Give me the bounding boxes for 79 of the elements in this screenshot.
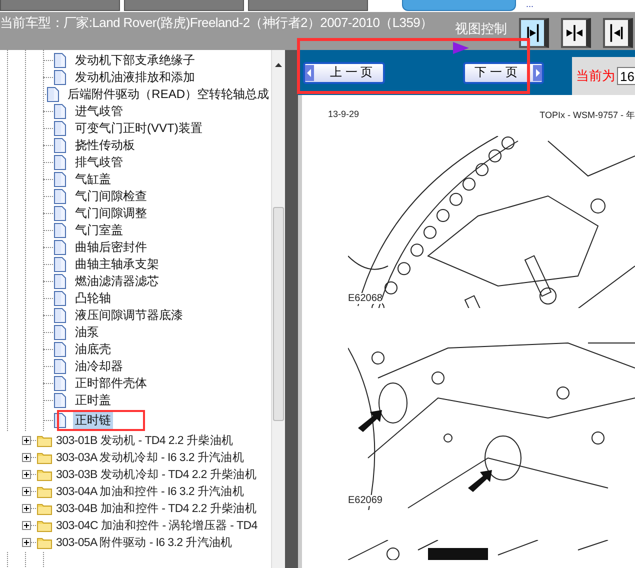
tree-item[interactable]: 303-05A 附件驱动 - I6 3.2 升汽油机 [55,534,232,551]
tree-item[interactable]: 油冷却器 [73,357,125,376]
folder-icon [37,485,52,498]
folder-icon [37,502,52,515]
document-icon [54,223,66,238]
scroll-up-icon [275,63,282,67]
document-icon [54,342,66,357]
folder-icon [37,451,52,464]
document-icon [54,376,66,391]
document-icon [54,121,66,136]
folder-icon [37,434,52,447]
figure-caption: E62068 [348,293,382,304]
tree-item[interactable]: 303-04C 加油和控件 - 涡轮增压器 - TD4 [55,517,258,534]
tree-item[interactable]: 发动机下部支承绝缘子 [73,51,197,70]
tree-item[interactable]: 液压间隙调节器底漆 [73,306,185,325]
document-icon [54,240,66,255]
page-source: TOPIx - WSM-9757 - 年 [540,109,635,122]
tree-item[interactable]: 气门间隙检查 [73,187,149,206]
tree-item[interactable]: 燃油滤清器滤芯 [73,272,161,291]
tree-item[interactable]: 排气歧管 [73,153,125,172]
view-control-label: 视图控制 [455,20,507,38]
tree-item[interactable]: 可变气门正时(VVT)装置 [73,119,204,138]
toolbar-button[interactable] [124,0,244,11]
tree-item[interactable]: 正时部件壳体 [73,374,149,393]
tree-item[interactable]: 气门室盖 [73,221,125,240]
document-icon [54,189,66,204]
toolbar-button[interactable] [248,0,368,11]
tree-item[interactable]: 气缸盖 [73,170,113,189]
document-icon [46,87,59,102]
tree-item[interactable]: 挠性传动板 [73,136,137,155]
document-icon [54,206,66,221]
previous-page-button[interactable]: 上 一 页 [303,62,385,84]
document-icon [54,257,66,272]
tree-item[interactable]: 凸轮轴 [73,289,113,308]
figure-caption: E62069 [348,495,382,506]
document-icon [54,274,66,289]
page-number-field[interactable]: 16 [617,67,635,85]
document-icon [54,155,66,170]
tree-item[interactable]: 303-03A 发动机冷却 - I6 3.2 升汽油机 [55,449,244,466]
document-icon [54,172,66,187]
more-link[interactable]: ... [526,0,534,8]
tree-item[interactable]: 曲轴后密封件 [73,238,149,257]
tree-item[interactable]: 303-03B 发动机冷却 - TD4 2.2 升柴油机 [55,466,257,483]
document-icon [54,325,66,340]
tree-item[interactable]: 曲轴主轴承支架 [73,255,161,274]
document-icon [54,104,66,119]
triangle-marker-icon [453,42,469,54]
toolbar-button[interactable] [0,0,120,11]
view-mode-button[interactable] [519,18,549,48]
tree-item[interactable]: 油泵 [73,323,101,342]
view-mode-button[interactable] [561,18,591,48]
tree-item[interactable]: 303-04B 加油和控件 - TD4 2.2 升柴油机 [55,500,257,517]
tree-item[interactable]: 后端附件驱动（READ）空转轮轴总成 [66,85,271,104]
next-page-button[interactable]: 下 一 页 [462,62,544,84]
page-date: 13-9-29 [328,109,360,121]
tree-item[interactable]: 303-04A 加油和控件 - I6 3.2 升汽油机 [55,483,244,500]
scrollbar-thumb[interactable] [273,207,284,421]
splitter-bar[interactable] [285,50,298,568]
document-icon [54,308,66,323]
tree-item[interactable]: 进气歧管 [73,102,125,121]
tree-item[interactable]: 气门间隙调整 [73,204,149,223]
tree-item[interactable]: 正时盖 [73,391,113,410]
tree-item[interactable]: 发动机油液排放和添加 [73,68,197,87]
view-mode-button[interactable] [603,18,633,48]
folder-icon [37,468,52,481]
current-page-label: 当前为 [576,67,615,85]
scrollbar[interactable] [271,50,285,568]
folder-icon [37,519,52,532]
document-icon [54,70,66,85]
toolbar-button[interactable] [402,0,516,11]
document-icon [54,291,66,306]
vehicle-title: 当前车型：厂家:Land Rover(路虎)Freeland-2（神行者2）2007-2010（L359） [0,14,433,32]
document-icon [54,53,66,68]
document-icon [54,359,66,374]
tree-item[interactable]: 303-01B 发动机 - TD4 2.2 升柴油机 [55,432,234,449]
document-icon [54,138,66,153]
tree-item[interactable]: 油底壳 [73,340,113,359]
folder-icon [37,536,52,549]
document-icon [54,393,66,408]
